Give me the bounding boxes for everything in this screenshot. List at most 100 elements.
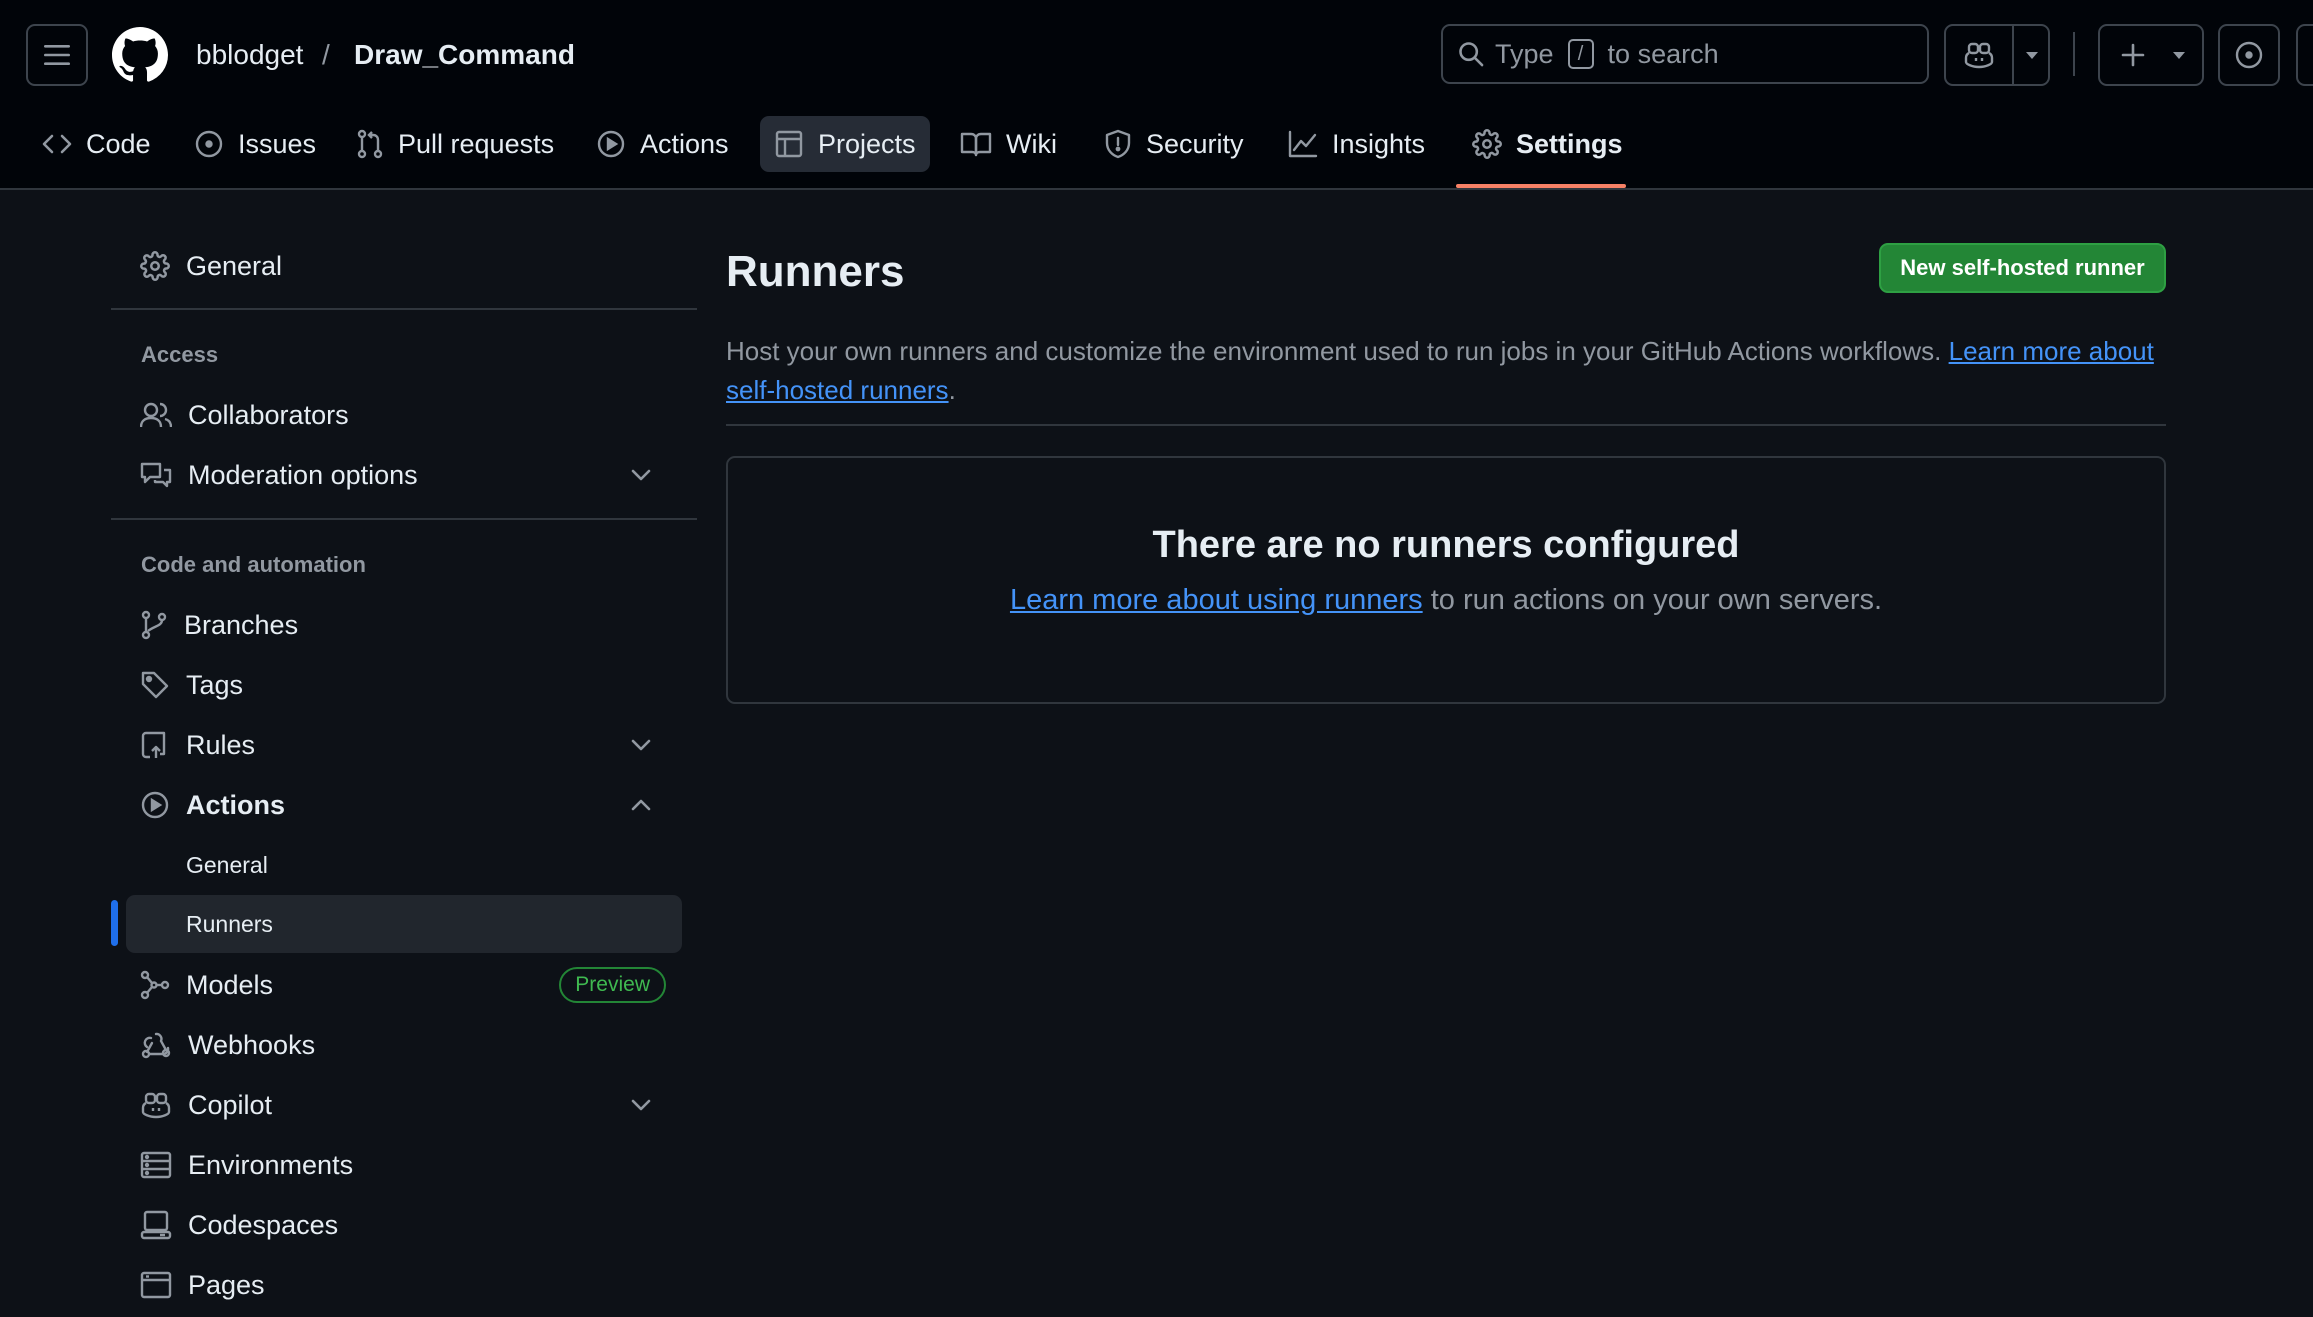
content-divider	[726, 424, 2166, 426]
git-pull-request-icon	[357, 129, 383, 159]
search-input[interactable]: Type / to search	[1441, 24, 1929, 84]
page-description: Host your own runners and customize the …	[726, 332, 2166, 410]
tab-label: Pull requests	[398, 128, 555, 159]
sidebar-item-label: Tags	[186, 669, 244, 700]
tab-label: Security	[1146, 128, 1244, 159]
chevron-down-icon	[631, 739, 651, 751]
sidebar-item-label: Models	[186, 969, 274, 1000]
sidebar-item-rules[interactable]: Rules	[126, 716, 682, 774]
tab-label: Actions	[640, 128, 729, 159]
issue-opened-icon	[2235, 41, 2263, 69]
browser-icon	[140, 1271, 172, 1299]
tab-settings[interactable]: Settings	[1458, 116, 1637, 172]
search-icon	[1459, 42, 1484, 67]
breadcrumb-separator: /	[322, 39, 330, 70]
tab-projects[interactable]: Projects	[760, 116, 930, 172]
sidebar-item-webhooks[interactable]: Webhooks	[126, 1016, 682, 1074]
copilot-button[interactable]	[1946, 26, 2012, 84]
sidebar-item-models[interactable]: Models Preview	[126, 956, 682, 1014]
sidebar-item-tags[interactable]: Tags	[126, 656, 682, 714]
sidebar-divider	[111, 308, 697, 310]
plus-icon	[2121, 43, 2145, 67]
tab-label: Insights	[1332, 128, 1426, 159]
tab-wiki[interactable]: Wiki	[946, 116, 1071, 172]
tab-label: Projects	[818, 128, 916, 159]
sidebar-subitem-runners[interactable]: Runners	[126, 895, 682, 953]
app-header: bblodget / Draw_Command Type / to search	[0, 0, 2313, 190]
tab-insights[interactable]: Insights	[1274, 116, 1439, 172]
empty-state-description: Learn more about using runners to run ac…	[728, 584, 2164, 617]
play-icon	[141, 791, 169, 819]
tab-code[interactable]: Code	[28, 116, 165, 172]
issues-button[interactable]	[2218, 24, 2280, 86]
triangle-down-icon	[2173, 52, 2185, 59]
sidebar-item-label: Pages	[188, 1269, 265, 1300]
sidebar-item-label: Collaborators	[188, 399, 349, 430]
sidebar-item-label: Rules	[186, 729, 256, 760]
preview-badge: Preview	[559, 967, 666, 1003]
learn-more-runners-link[interactable]: Learn more about using runners	[1010, 584, 1423, 616]
tab-issues[interactable]: Issues	[180, 116, 330, 172]
graph-icon	[1288, 130, 1318, 158]
sidebar-subitem-label: General	[186, 851, 268, 878]
search-shortcut-key: /	[1567, 39, 1594, 69]
sidebar-subitem-actions-general[interactable]: General	[126, 836, 682, 894]
breadcrumb-repo[interactable]: Draw_Command	[354, 36, 575, 74]
people-icon	[140, 402, 172, 428]
empty-state-box: There are no runners configured Learn mo…	[726, 456, 2166, 704]
sidebar-item-environments[interactable]: Environments	[126, 1136, 682, 1194]
sidebar-item-label: Environments	[188, 1149, 354, 1180]
sidebar-item-collaborators[interactable]: Collaborators	[126, 386, 682, 444]
description-text: Host your own runners and customize the …	[726, 336, 1942, 366]
codespaces-icon	[140, 1210, 172, 1240]
tab-label: Issues	[238, 128, 317, 159]
sidebar-heading-access: Access	[141, 342, 219, 367]
sidebar-subitem-label: Runners	[186, 910, 273, 937]
copilot-icon	[141, 1092, 171, 1119]
create-new-button[interactable]	[2098, 24, 2204, 86]
tab-actions[interactable]: Actions	[582, 116, 743, 172]
header-top-bar: bblodget / Draw_Command Type / to search	[0, 0, 2313, 110]
tab-pull-requests[interactable]: Pull requests	[342, 116, 568, 172]
pull-requests-button[interactable]	[2296, 24, 2313, 86]
sidebar-item-branches[interactable]: Branches	[126, 596, 682, 654]
chevron-down-icon	[631, 1099, 651, 1111]
table-icon	[775, 130, 803, 158]
sidebar-heading-code-automation: Code and automation	[141, 552, 366, 577]
sidebar-item-moderation[interactable]: Moderation options	[126, 446, 682, 504]
search-placeholder-prefix: Type	[1495, 38, 1554, 69]
ai-model-icon	[140, 970, 170, 1000]
sidebar-item-codespaces[interactable]: Codespaces	[126, 1196, 682, 1254]
sidebar-item-pages[interactable]: Pages	[126, 1256, 682, 1314]
sidebar-item-label: Copilot	[188, 1089, 273, 1120]
gear-icon	[1472, 129, 1502, 159]
copilot-dropdown-button[interactable]	[2014, 26, 2050, 84]
selected-tab-indicator	[1456, 184, 1626, 188]
sidebar-item-label: Branches	[184, 609, 299, 640]
sidebar-item-copilot[interactable]: Copilot	[126, 1076, 682, 1134]
tab-security[interactable]: Security	[1090, 116, 1258, 172]
sidebar-item-actions[interactable]: Actions	[126, 776, 682, 834]
new-self-hosted-runner-button[interactable]: New self-hosted runner	[1879, 243, 2166, 293]
issue-opened-icon	[195, 130, 223, 158]
hamburger-icon	[44, 45, 70, 65]
page-title: Runners	[726, 247, 905, 296]
breadcrumb-owner[interactable]: bblodget	[196, 36, 303, 74]
description-period: .	[948, 375, 956, 405]
chevron-down-icon	[631, 469, 651, 481]
shield-icon	[1105, 129, 1131, 159]
search-placeholder-suffix: to search	[1607, 38, 1719, 69]
tab-label: Settings	[1516, 128, 1623, 159]
sidebar-item-label: Webhooks	[188, 1029, 316, 1060]
menu-button[interactable]	[26, 24, 88, 86]
sidebar-item-label: Moderation options	[188, 459, 418, 490]
sidebar-item-label: Codespaces	[188, 1209, 339, 1240]
git-branch-icon	[141, 610, 167, 640]
github-logo-icon[interactable]	[112, 27, 168, 83]
header-separator	[2073, 32, 2075, 76]
tab-label: Code	[86, 128, 151, 159]
gear-icon	[140, 251, 170, 281]
sidebar-item-general[interactable]: General	[126, 237, 682, 295]
triangle-down-icon	[2026, 52, 2038, 59]
play-icon	[597, 130, 625, 158]
